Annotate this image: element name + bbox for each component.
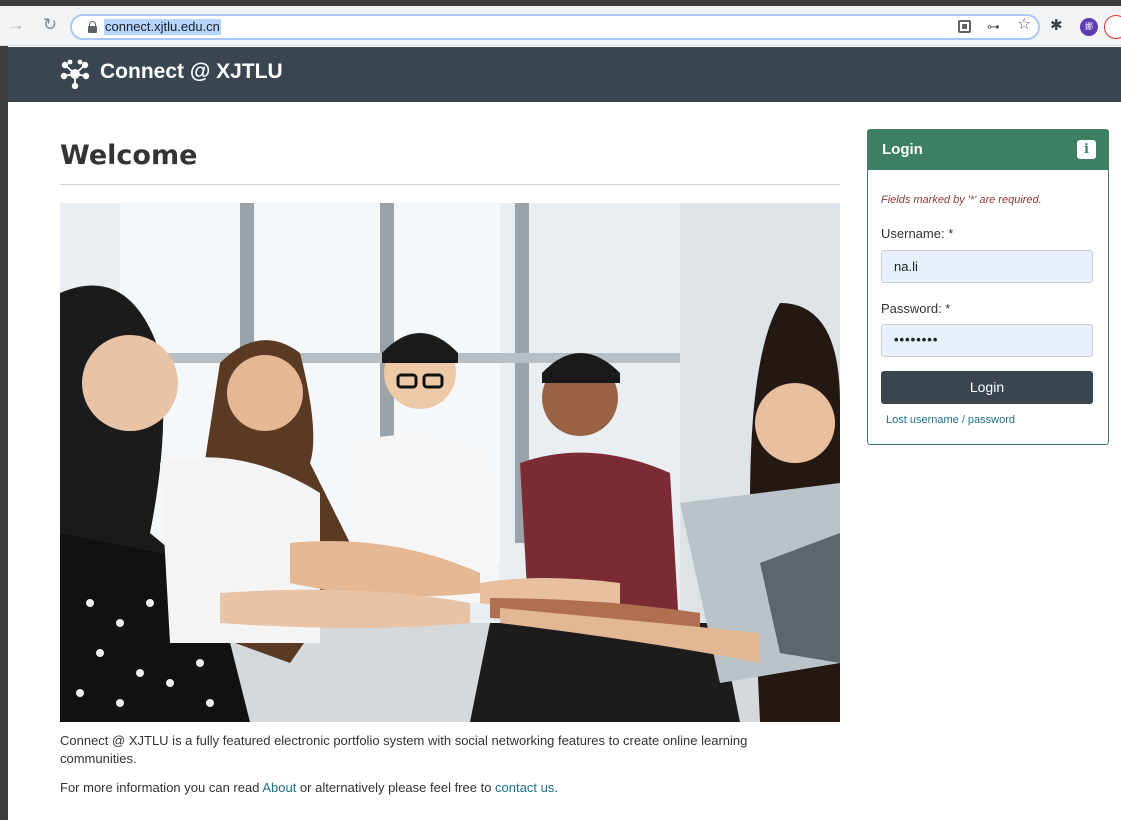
lost-credentials-link[interactable]: Lost username / password — [886, 414, 1015, 426]
key-icon[interactable]: ⊶ — [987, 19, 1000, 35]
login-panel: Login i Fields marked by '*' are require… — [867, 129, 1109, 445]
required-fields-note: Fields marked by '*' are required. — [881, 194, 1042, 206]
hero-photo — [60, 203, 840, 722]
more-info-suffix: . — [554, 780, 558, 795]
site-brand[interactable]: Connect @ XJTLU — [100, 60, 283, 84]
title-divider — [60, 184, 840, 185]
profile-avatar-secondary[interactable] — [1104, 15, 1121, 39]
more-info-text: For more information you can read About … — [60, 780, 558, 795]
browser-toolbar: → ↻ connect.xjtlu.edu.cn ⊶ ☆ ✱ 娜 — [0, 6, 1121, 46]
login-panel-header: Login i — [868, 130, 1108, 170]
profile-avatar[interactable]: 娜 — [1080, 18, 1098, 36]
back-arrow-icon[interactable]: → — [6, 15, 26, 35]
lock-icon[interactable] — [88, 21, 97, 33]
site-description: Connect @ XJTLU is a fully featured elec… — [60, 733, 748, 766]
hero-photo-illustration — [60, 203, 840, 722]
about-link[interactable]: About — [262, 780, 296, 795]
username-field[interactable]: na.li — [881, 250, 1093, 283]
url-text[interactable]: connect.xjtlu.edu.cn — [104, 19, 221, 35]
more-info-middle: or alternatively please feel free to — [296, 780, 496, 795]
address-bar[interactable]: connect.xjtlu.edu.cn ⊶ ☆ — [70, 14, 1040, 40]
contact-link[interactable]: contact us — [495, 780, 554, 795]
password-label: Password: * — [881, 301, 951, 316]
network-logo-icon[interactable] — [60, 59, 90, 89]
login-button[interactable]: Login — [881, 371, 1093, 404]
info-icon[interactable]: i — [1077, 140, 1096, 159]
password-field[interactable]: •••••••• — [881, 324, 1093, 357]
login-title: Login — [882, 141, 923, 158]
username-label: Username: * — [881, 226, 954, 241]
star-icon[interactable]: ☆ — [1017, 17, 1031, 33]
site-header: Connect @ XJTLU — [8, 47, 1121, 102]
more-info-prefix: For more information you can read — [60, 780, 263, 795]
page-title: Welcome — [60, 140, 198, 171]
extensions-icon[interactable]: ✱ — [1050, 17, 1063, 35]
qr-code-icon[interactable] — [958, 20, 971, 33]
reload-icon[interactable]: ↻ — [40, 15, 60, 35]
window-frame-left — [0, 0, 8, 820]
